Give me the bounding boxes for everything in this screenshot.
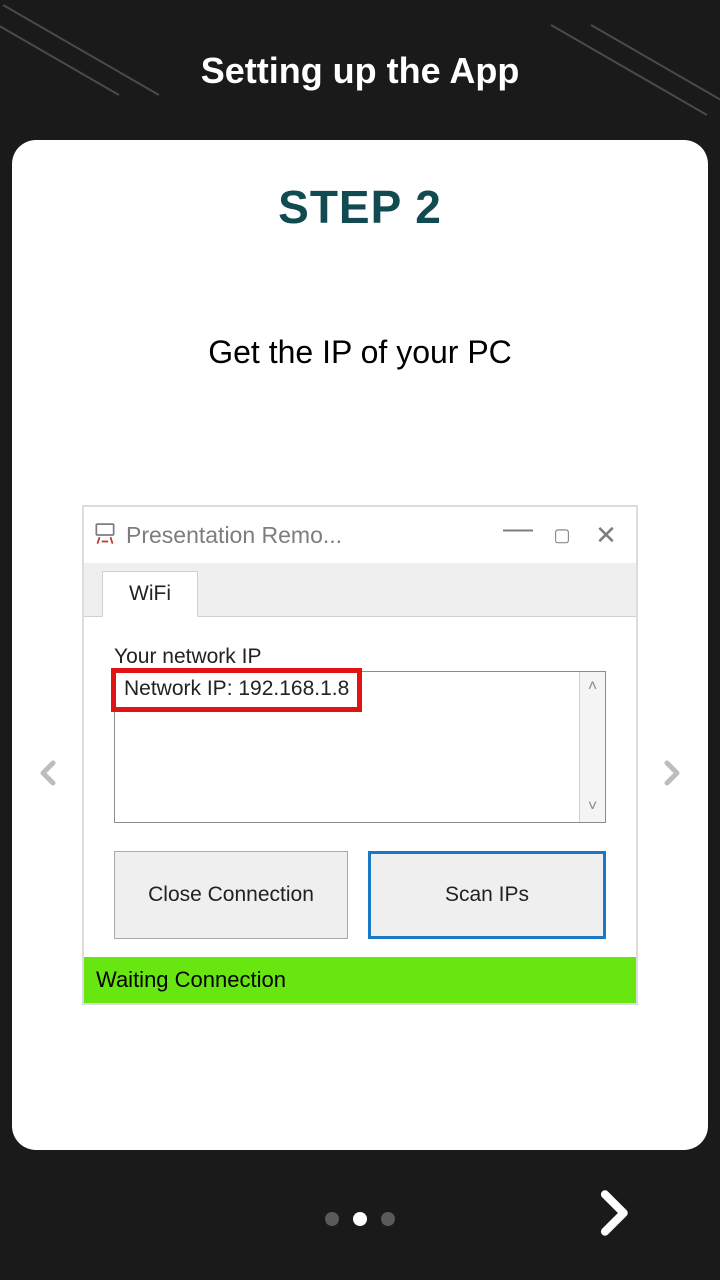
minimize-icon: —: [496, 512, 540, 546]
status-bar: Waiting Connection: [84, 957, 636, 1003]
ip-listbox: Network IP: 192.168.1.8 ˄ ˅: [114, 671, 606, 823]
step-title: STEP 2: [32, 180, 688, 234]
next-slide-button[interactable]: [642, 740, 702, 815]
scroll-up-icon: ˄: [588, 678, 597, 696]
prev-slide-button[interactable]: [18, 740, 78, 815]
page-dot-2: [353, 1212, 367, 1226]
maximize-icon: ▢: [540, 525, 584, 546]
next-button[interactable]: [584, 1185, 640, 1246]
network-ip-value: Network IP: 192.168.1.8: [111, 668, 362, 712]
scroll-down-icon: ˅: [588, 798, 597, 816]
window-titlebar: Presentation Remo... — ▢ ✕: [84, 507, 636, 563]
app-icon: [92, 522, 118, 548]
window-title: Presentation Remo...: [126, 522, 496, 549]
tab-wifi: WiFi: [102, 571, 198, 617]
window-body: Your network IP Network IP: 192.168.1.8 …: [84, 617, 636, 957]
tab-strip: WiFi: [84, 563, 636, 617]
page-title: Setting up the App: [0, 0, 720, 92]
pc-app-screenshot: Presentation Remo... — ▢ ✕ WiFi Your net…: [82, 505, 638, 1005]
step-instruction: Get the IP of your PC: [32, 334, 688, 371]
close-icon: ✕: [584, 520, 628, 551]
page-dot-1: [325, 1212, 339, 1226]
scan-ips-button: Scan IPs: [368, 851, 606, 939]
scrollbar: ˄ ˅: [579, 672, 605, 822]
network-ip-label: Your network IP: [114, 645, 606, 669]
close-connection-button: Close Connection: [114, 851, 348, 939]
page-dot-3: [381, 1212, 395, 1226]
